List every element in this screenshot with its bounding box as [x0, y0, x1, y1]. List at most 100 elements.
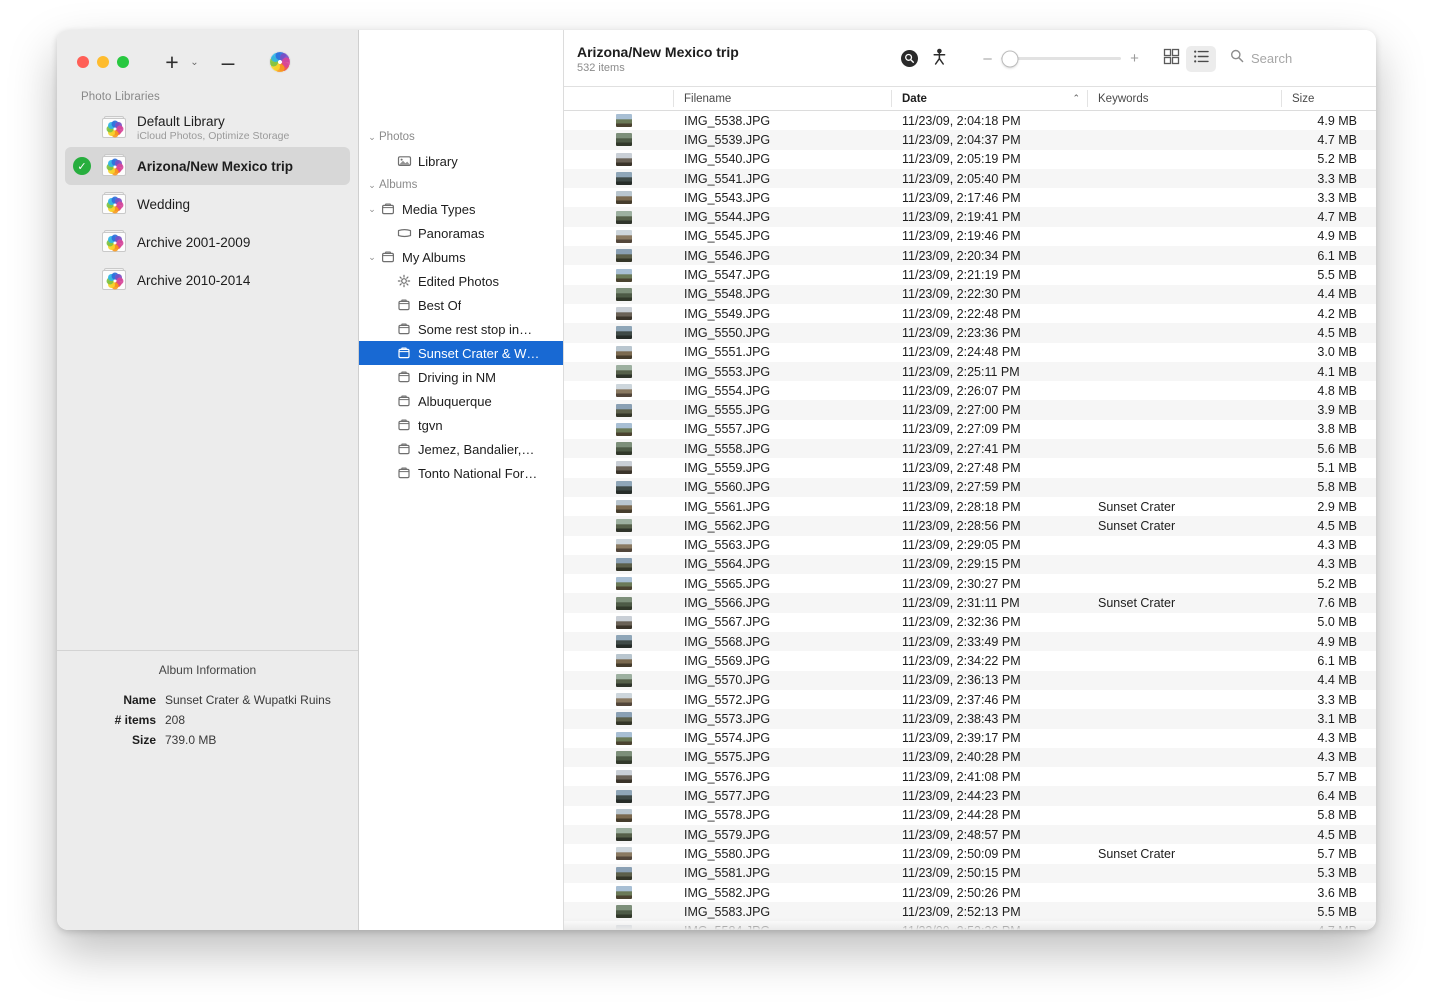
table-row[interactable]: IMG_5575.JPG11/23/09, 2:40:28 PM4.3 MB	[564, 748, 1376, 767]
add-library-button[interactable]: +	[157, 48, 187, 76]
library-item-4[interactable]: ✓Archive 2010-2014	[65, 261, 350, 299]
cell-filename: IMG_5554.JPG	[674, 384, 892, 398]
table-row[interactable]: IMG_5551.JPG11/23/09, 2:24:48 PM3.0 MB	[564, 343, 1376, 362]
zoom-slider-thumb[interactable]	[1002, 50, 1019, 67]
table-row[interactable]: IMG_5562.JPG11/23/09, 2:28:56 PMSunset C…	[564, 516, 1376, 535]
column-header-thumb[interactable]	[564, 87, 674, 110]
open-in-photos-button[interactable]	[265, 48, 295, 76]
table-row[interactable]: IMG_5557.JPG11/23/09, 2:27:09 PM3.8 MB	[564, 420, 1376, 439]
table-row[interactable]: IMG_5543.JPG11/23/09, 2:17:46 PM3.3 MB	[564, 188, 1376, 207]
table-row[interactable]: IMG_5547.JPG11/23/09, 2:21:19 PM5.5 MB	[564, 265, 1376, 284]
table-row[interactable]: IMG_5574.JPG11/23/09, 2:39:17 PM4.3 MB	[564, 729, 1376, 748]
table-row[interactable]: IMG_5572.JPG11/23/09, 2:37:46 PM3.3 MB	[564, 690, 1376, 709]
tree-item-albuquerque[interactable]: ⌄Albuquerque	[359, 389, 563, 413]
table-row[interactable]: IMG_5576.JPG11/23/09, 2:41:08 PM5.7 MB	[564, 767, 1376, 786]
tree-item-sunset-crater-w[interactable]: ⌄Sunset Crater & W…	[359, 341, 563, 365]
chevron-down-icon[interactable]: ⌄	[365, 132, 379, 143]
column-header-size[interactable]: Size	[1282, 87, 1376, 110]
table-row[interactable]: IMG_5561.JPG11/23/09, 2:28:18 PMSunset C…	[564, 497, 1376, 516]
zoom-out-icon[interactable]: –	[982, 51, 993, 66]
remove-library-button[interactable]: –	[213, 48, 243, 76]
table-row[interactable]: IMG_5541.JPG11/23/09, 2:05:40 PM3.3 MB	[564, 169, 1376, 188]
cell-filename: IMG_5567.JPG	[674, 615, 892, 629]
tree-item-my-albums[interactable]: ⌄My Albums	[359, 245, 563, 269]
table-row[interactable]: IMG_5582.JPG11/23/09, 2:50:26 PM3.6 MB	[564, 883, 1376, 902]
table-row[interactable]: IMG_5573.JPG11/23/09, 2:38:43 PM3.1 MB	[564, 709, 1376, 728]
chevron-down-icon[interactable]: ⌄	[365, 252, 379, 263]
column-header-filename[interactable]: Filename	[674, 87, 892, 110]
tree-item-best-of[interactable]: ⌄Best Of	[359, 293, 563, 317]
tree-item-panoramas[interactable]: ⌄Panoramas	[359, 221, 563, 245]
cell-date: 11/23/09, 2:27:48 PM	[892, 461, 1088, 475]
table-row[interactable]: IMG_5568.JPG11/23/09, 2:33:49 PM4.9 MB	[564, 632, 1376, 651]
tree-item-library[interactable]: ⌄Library	[359, 149, 563, 173]
table-row[interactable]: IMG_5538.JPG11/23/09, 2:04:18 PM4.9 MB	[564, 111, 1376, 130]
search-field[interactable]: Search	[1230, 49, 1362, 68]
table-row[interactable]: IMG_5567.JPG11/23/09, 2:32:36 PM5.0 MB	[564, 613, 1376, 632]
table-row[interactable]: IMG_5566.JPG11/23/09, 2:31:11 PMSunset C…	[564, 593, 1376, 612]
photo-table-body[interactable]: IMG_5538.JPG11/23/09, 2:04:18 PM4.9 MBIM…	[564, 111, 1376, 930]
people-button[interactable]	[924, 46, 954, 72]
library-item-0[interactable]: ✓Default LibraryiCloud Photos, Optimize …	[65, 109, 350, 147]
table-row[interactable]: IMG_5554.JPG11/23/09, 2:26:07 PM4.8 MB	[564, 381, 1376, 400]
table-row[interactable]: IMG_5546.JPG11/23/09, 2:20:34 PM6.1 MB	[564, 246, 1376, 265]
pinwheel-shape	[270, 52, 290, 72]
thumbnail-zoom-slider[interactable]: – +	[982, 51, 1140, 66]
table-row[interactable]: IMG_5539.JPG11/23/09, 2:04:37 PM4.7 MB	[564, 130, 1376, 149]
zoom-slider-track[interactable]	[1001, 57, 1121, 60]
chevron-down-icon[interactable]: ⌄	[365, 204, 379, 215]
library-item-3[interactable]: ✓Archive 2001-2009	[65, 223, 350, 261]
tree-group-photos[interactable]: ⌄Photos	[359, 125, 563, 149]
library-item-2[interactable]: ✓Wedding	[65, 185, 350, 223]
table-row[interactable]: IMG_5581.JPG11/23/09, 2:50:15 PM5.3 MB	[564, 864, 1376, 883]
tree-item-media-types[interactable]: ⌄Media Types	[359, 197, 563, 221]
cell-size: 4.3 MB	[1282, 750, 1376, 764]
table-row[interactable]: IMG_5569.JPG11/23/09, 2:34:22 PM6.1 MB	[564, 651, 1376, 670]
tree-item-edited-photos[interactable]: ⌄Edited Photos	[359, 269, 563, 293]
photo-thumbnail-cell	[564, 539, 674, 552]
table-row[interactable]: IMG_5553.JPG11/23/09, 2:25:11 PM4.1 MB	[564, 362, 1376, 381]
table-row[interactable]: IMG_5579.JPG11/23/09, 2:48:57 PM4.5 MB	[564, 825, 1376, 844]
close-button[interactable]	[77, 56, 89, 68]
table-row[interactable]: IMG_5545.JPG11/23/09, 2:19:46 PM4.9 MB	[564, 227, 1376, 246]
column-header-date[interactable]: Date⌃	[892, 87, 1088, 110]
table-row[interactable]: IMG_5548.JPG11/23/09, 2:22:30 PM4.4 MB	[564, 285, 1376, 304]
active-library-check-icon: ✓	[73, 157, 91, 175]
magnifier-filled-button[interactable]	[894, 46, 924, 72]
table-row[interactable]: IMG_5560.JPG11/23/09, 2:27:59 PM5.8 MB	[564, 478, 1376, 497]
table-row[interactable]: IMG_5555.JPG11/23/09, 2:27:00 PM3.9 MB	[564, 400, 1376, 419]
table-row[interactable]: IMG_5540.JPG11/23/09, 2:05:19 PM5.2 MB	[564, 150, 1376, 169]
tree-item-jemez-bandalier[interactable]: ⌄Jemez, Bandalier,…	[359, 437, 563, 461]
zoom-button[interactable]	[117, 56, 129, 68]
table-row[interactable]: IMG_5570.JPG11/23/09, 2:36:13 PM4.4 MB	[564, 671, 1376, 690]
search-input[interactable]: Search	[1251, 51, 1292, 66]
tree-group-albums[interactable]: ⌄Albums	[359, 173, 563, 197]
table-row[interactable]: IMG_5578.JPG11/23/09, 2:44:28 PM5.8 MB	[564, 806, 1376, 825]
table-row[interactable]: IMG_5580.JPG11/23/09, 2:50:09 PMSunset C…	[564, 844, 1376, 863]
column-header-keywords[interactable]: Keywords	[1088, 87, 1282, 110]
album-info-row: NameSunset Crater & Wupatki Ruins	[57, 693, 358, 707]
zoom-in-icon[interactable]: +	[1129, 51, 1140, 66]
tree-item-some-rest-stop-in[interactable]: ⌄Some rest stop in…	[359, 317, 563, 341]
tree-item-driving-in-nm[interactable]: ⌄Driving in NM	[359, 365, 563, 389]
tree-item-tonto-national-for[interactable]: ⌄Tonto National For…	[359, 461, 563, 485]
table-row[interactable]: IMG_5577.JPG11/23/09, 2:44:23 PM6.4 MB	[564, 786, 1376, 805]
table-row[interactable]: IMG_5559.JPG11/23/09, 2:27:48 PM5.1 MB	[564, 458, 1376, 477]
add-library-menu-button[interactable]: ⌄	[187, 48, 201, 76]
table-row[interactable]: IMG_5558.JPG11/23/09, 2:27:41 PM5.6 MB	[564, 439, 1376, 458]
grid-view-button[interactable]	[1156, 46, 1186, 72]
table-row[interactable]: IMG_5544.JPG11/23/09, 2:19:41 PM4.7 MB	[564, 207, 1376, 226]
table-row[interactable]: IMG_5564.JPG11/23/09, 2:29:15 PM4.3 MB	[564, 555, 1376, 574]
table-row[interactable]: IMG_5549.JPG11/23/09, 2:22:48 PM4.2 MB	[564, 304, 1376, 323]
list-view-button[interactable]	[1186, 46, 1216, 72]
minimize-button[interactable]	[97, 56, 109, 68]
tree-item-tgvn[interactable]: ⌄tgvn	[359, 413, 563, 437]
cell-size: 3.3 MB	[1282, 191, 1376, 205]
chevron-down-icon[interactable]: ⌄	[365, 180, 379, 191]
table-row[interactable]: IMG_5550.JPG11/23/09, 2:23:36 PM4.5 MB	[564, 323, 1376, 342]
table-row[interactable]: IMG_5565.JPG11/23/09, 2:30:27 PM5.2 MB	[564, 574, 1376, 593]
cell-date: 11/23/09, 2:31:11 PM	[892, 596, 1088, 610]
cell-filename: IMG_5545.JPG	[674, 229, 892, 243]
library-item-1[interactable]: ✓Arizona/New Mexico trip	[65, 147, 350, 185]
table-row[interactable]: IMG_5563.JPG11/23/09, 2:29:05 PM4.3 MB	[564, 536, 1376, 555]
